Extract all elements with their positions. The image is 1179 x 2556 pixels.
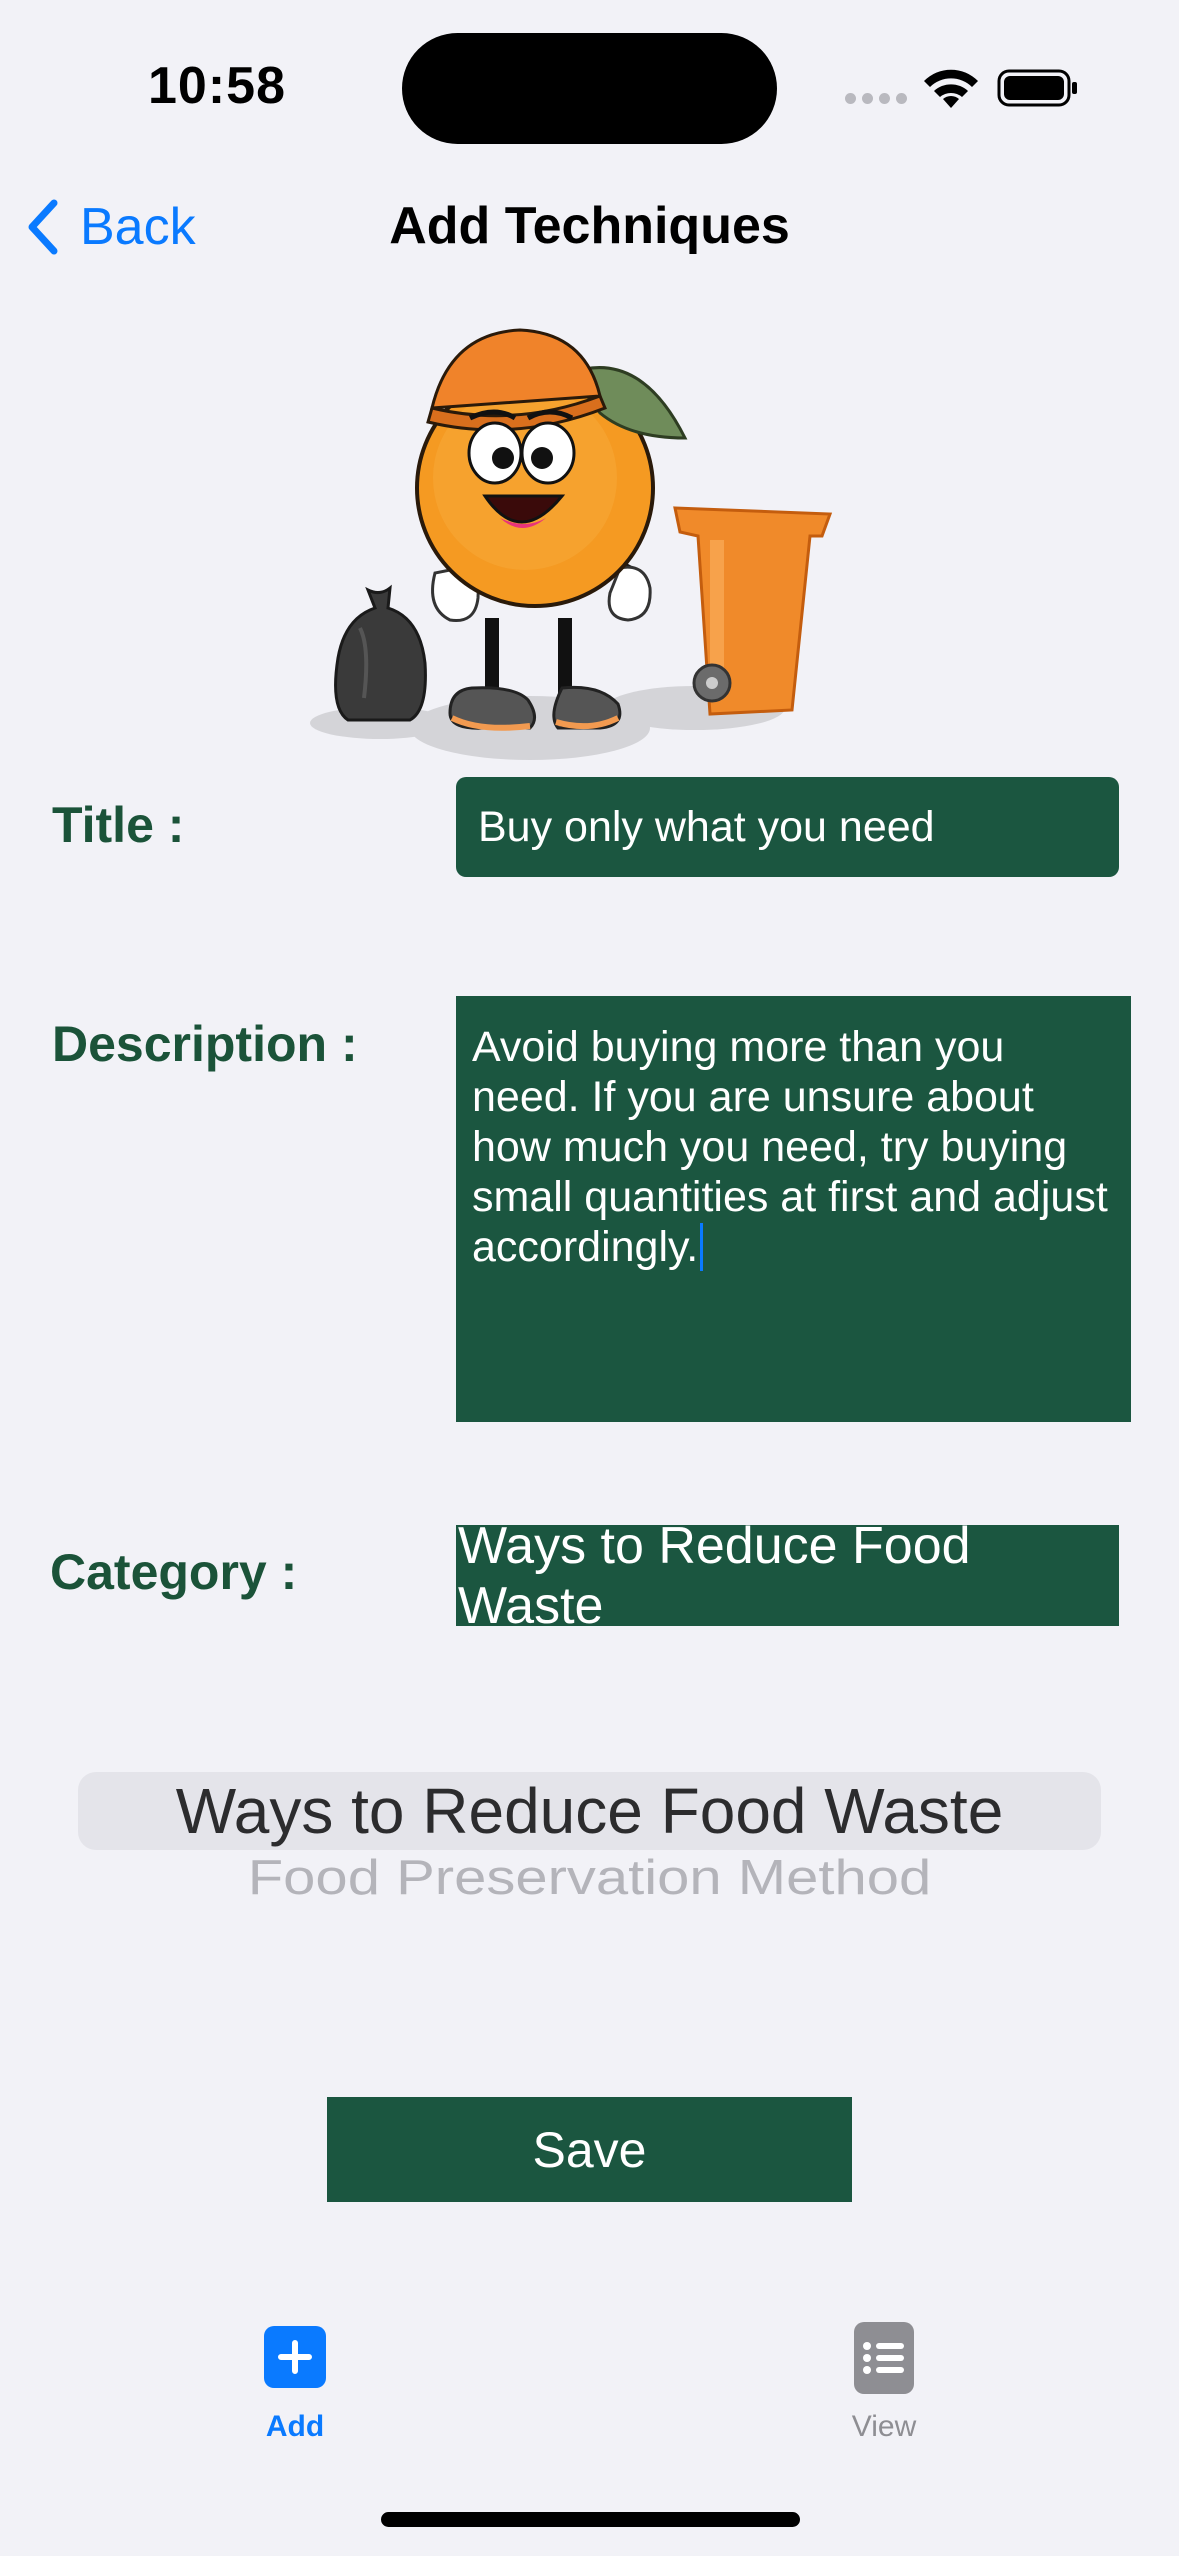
battery-icon: [997, 69, 1077, 107]
category-picker-option[interactable]: Food Preservation Method: [0, 1856, 1179, 1896]
save-button[interactable]: Save: [327, 2097, 852, 2202]
dynamic-island: [402, 33, 777, 144]
tab-view-label: View: [851, 2410, 917, 2443]
orange-mascot-illustration: [310, 328, 833, 760]
tab-add[interactable]: Add: [195, 2326, 395, 2444]
title-label: Title :: [52, 797, 185, 853]
description-label: Description :: [52, 1016, 358, 1072]
list-icon: [854, 2322, 914, 2394]
category-picker-option-next-container: Food Preservation Method: [0, 1856, 1179, 1896]
wifi-icon: [924, 69, 978, 108]
status-time: 10:58: [148, 57, 286, 115]
description-text: Avoid buying more than you need. If you …: [472, 1023, 1108, 1271]
plus-icon: [264, 2326, 326, 2388]
text-cursor: [700, 1223, 704, 1271]
title-input[interactable]: Buy only what you need: [456, 777, 1119, 877]
category-display: Ways to Reduce Food Waste: [456, 1517, 1119, 1635]
tab-view[interactable]: View: [784, 2322, 984, 2444]
home-indicator: [381, 2512, 800, 2527]
description-textarea[interactable]: Avoid buying more than you need. If you …: [456, 996, 1131, 1422]
category-label: Category :: [50, 1544, 298, 1600]
page-title: Add Techniques: [389, 197, 790, 255]
cellular-signal-icon: [845, 93, 907, 105]
tab-add-label: Add: [265, 2410, 325, 2443]
category-picker-option-selected[interactable]: Ways to Reduce Food Waste: [0, 1772, 1179, 1850]
